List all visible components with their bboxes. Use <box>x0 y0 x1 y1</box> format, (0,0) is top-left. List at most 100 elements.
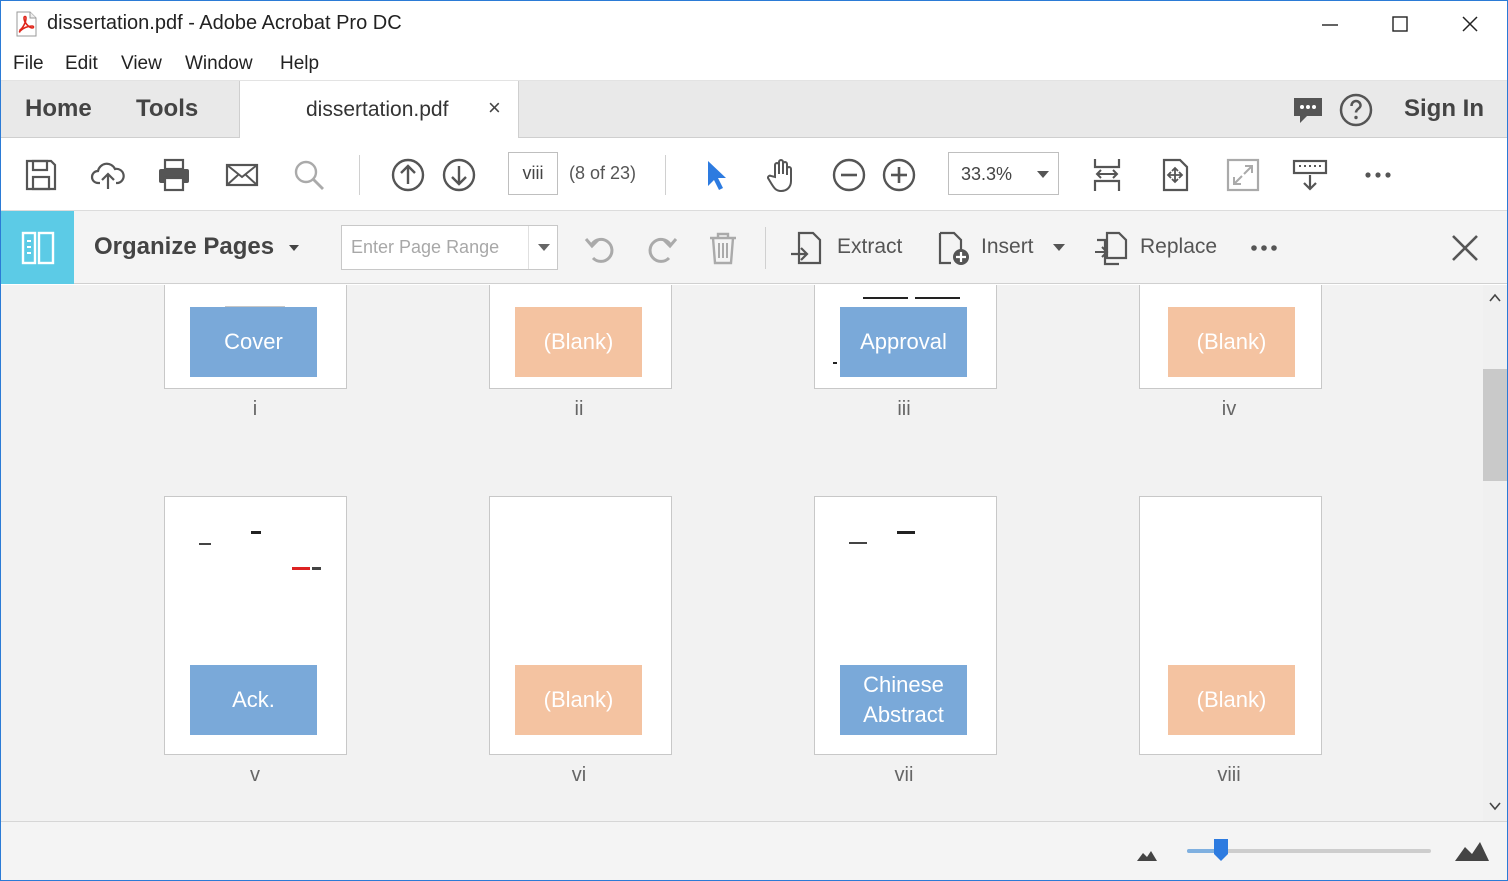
close-tab-button[interactable]: × <box>488 95 501 121</box>
replace-page-icon <box>1095 231 1128 266</box>
comment-icon[interactable] <box>1291 93 1325 127</box>
slider-handle[interactable] <box>1213 838 1229 862</box>
fit-page-button[interactable] <box>1156 156 1194 194</box>
save-icon <box>25 159 57 191</box>
menu-view[interactable]: View <box>121 53 162 75</box>
zoom-out-button[interactable] <box>830 156 868 194</box>
page-thumbnail[interactable]: Chinese Abstract <box>814 496 997 755</box>
cloud-upload-icon <box>90 162 125 189</box>
small-thumbnail-icon[interactable] <box>1136 848 1158 862</box>
large-thumbnail-icon[interactable] <box>1454 840 1490 862</box>
page-number-input[interactable]: viii <box>508 152 558 195</box>
close-icon <box>1462 16 1478 32</box>
select-tool-button[interactable] <box>697 156 735 194</box>
insert-button[interactable] <box>933 228 973 268</box>
maximize-button[interactable] <box>1365 1 1435 47</box>
print-button[interactable] <box>155 156 193 194</box>
organize-pages-title[interactable]: Organize Pages <box>94 233 274 261</box>
hand-tool-button[interactable] <box>763 156 801 194</box>
chevron-down-icon[interactable] <box>528 226 558 269</box>
insert-page-icon <box>938 231 969 265</box>
page-label: (Blank) <box>1168 307 1295 377</box>
menu-help[interactable]: Help <box>280 53 319 75</box>
full-screen-button[interactable] <box>1224 156 1262 194</box>
rotate-counterclockwise-button[interactable] <box>581 228 621 268</box>
insert-label[interactable]: Insert <box>981 235 1034 259</box>
page-number-label: vii <box>894 764 914 786</box>
delete-pages-button[interactable] <box>703 228 743 268</box>
page-number-label: v <box>250 764 260 786</box>
upload-button[interactable] <box>89 156 127 194</box>
email-button[interactable] <box>223 156 261 194</box>
close-icon <box>1452 235 1478 261</box>
rotate-clockwise-button[interactable] <box>641 228 681 268</box>
fit-page-icon <box>1162 158 1189 192</box>
page-thumbnail[interactable]: Cover <box>164 285 347 389</box>
more-options-button[interactable] <box>1244 228 1284 268</box>
pdf-file-icon <box>16 11 37 37</box>
page-label: Approval <box>840 307 967 377</box>
chevron-down-icon[interactable] <box>289 245 299 251</box>
page-label: Cover <box>190 307 317 377</box>
extract-label[interactable]: Extract <box>837 235 902 259</box>
page-thumbnail[interactable]: (Blank) <box>489 496 672 755</box>
page-thumbnail[interactable]: (Blank) <box>489 285 672 389</box>
page-range-select[interactable] <box>341 225 558 270</box>
organize-pages-icon <box>21 231 54 264</box>
page-range-input[interactable] <box>342 226 528 269</box>
status-bar <box>1 821 1507 880</box>
page-count-label: (8 of 23) <box>569 163 637 183</box>
previous-page-button[interactable] <box>389 156 427 194</box>
close-organize-button[interactable] <box>1445 228 1485 268</box>
menu-window[interactable]: Window <box>185 53 253 75</box>
search-button[interactable] <box>290 156 328 194</box>
page-thumbnail[interactable]: Approval <box>814 285 997 389</box>
scroll-pages-icon <box>1093 159 1121 191</box>
extract-button[interactable] <box>787 228 827 268</box>
toolbar-divider <box>765 227 766 269</box>
page-number-label: ii <box>574 398 584 420</box>
scrollbar-thumb[interactable] <box>1483 369 1507 481</box>
replace-button[interactable] <box>1091 228 1131 268</box>
tab-document[interactable]: dissertation.pdf × <box>239 81 519 138</box>
zoom-level-select[interactable]: 33.3% <box>948 152 1059 195</box>
read-mode-button[interactable] <box>1291 156 1329 194</box>
toolbar-divider <box>665 155 666 195</box>
more-horizontal-icon <box>1365 172 1391 178</box>
help-icon[interactable] <box>1339 93 1373 127</box>
scroll-down-icon[interactable] <box>1489 801 1501 811</box>
menu-file[interactable]: File <box>13 53 44 75</box>
next-page-button[interactable] <box>440 156 478 194</box>
save-button[interactable] <box>22 156 60 194</box>
tab-home[interactable]: Home <box>25 95 92 123</box>
cursor-arrow-icon <box>708 161 726 190</box>
replace-label[interactable]: Replace <box>1140 235 1217 259</box>
arrow-up-circle-icon <box>391 158 425 192</box>
keyboard-down-icon <box>1292 159 1328 191</box>
page-thumbnail[interactable]: (Blank) <box>1139 496 1322 755</box>
page-label: Ack. <box>190 665 317 735</box>
page-thumbnail[interactable]: Ack. <box>164 496 347 755</box>
zoom-in-button[interactable] <box>880 156 918 194</box>
more-horizontal-icon <box>1251 245 1277 251</box>
page-thumbnail[interactable]: (Blank) <box>1139 285 1322 389</box>
expand-icon <box>1226 158 1260 192</box>
printer-icon <box>159 158 189 192</box>
vertical-scrollbar[interactable] <box>1483 285 1507 821</box>
window-title: dissertation.pdf - Adobe Acrobat Pro DC <box>47 12 402 34</box>
extract-page-icon <box>791 231 822 265</box>
sign-in-button[interactable]: Sign In <box>1404 95 1484 123</box>
more-tools-button[interactable] <box>1359 156 1397 194</box>
chevron-down-icon[interactable] <box>1053 244 1065 252</box>
scrolling-mode-button[interactable] <box>1088 156 1126 194</box>
menu-edit[interactable]: Edit <box>65 53 98 75</box>
scroll-up-icon[interactable] <box>1489 293 1501 303</box>
page-label: (Blank) <box>1168 665 1295 735</box>
organize-pages-tool-button[interactable] <box>1 211 74 284</box>
tab-tools[interactable]: Tools <box>136 95 198 123</box>
close-window-button[interactable] <box>1435 1 1505 47</box>
tab-bar: Home Tools dissertation.pdf × Sign In <box>1 81 1507 138</box>
minimize-button[interactable] <box>1295 1 1365 47</box>
envelope-icon <box>225 163 259 187</box>
rotate-right-icon <box>648 237 678 263</box>
